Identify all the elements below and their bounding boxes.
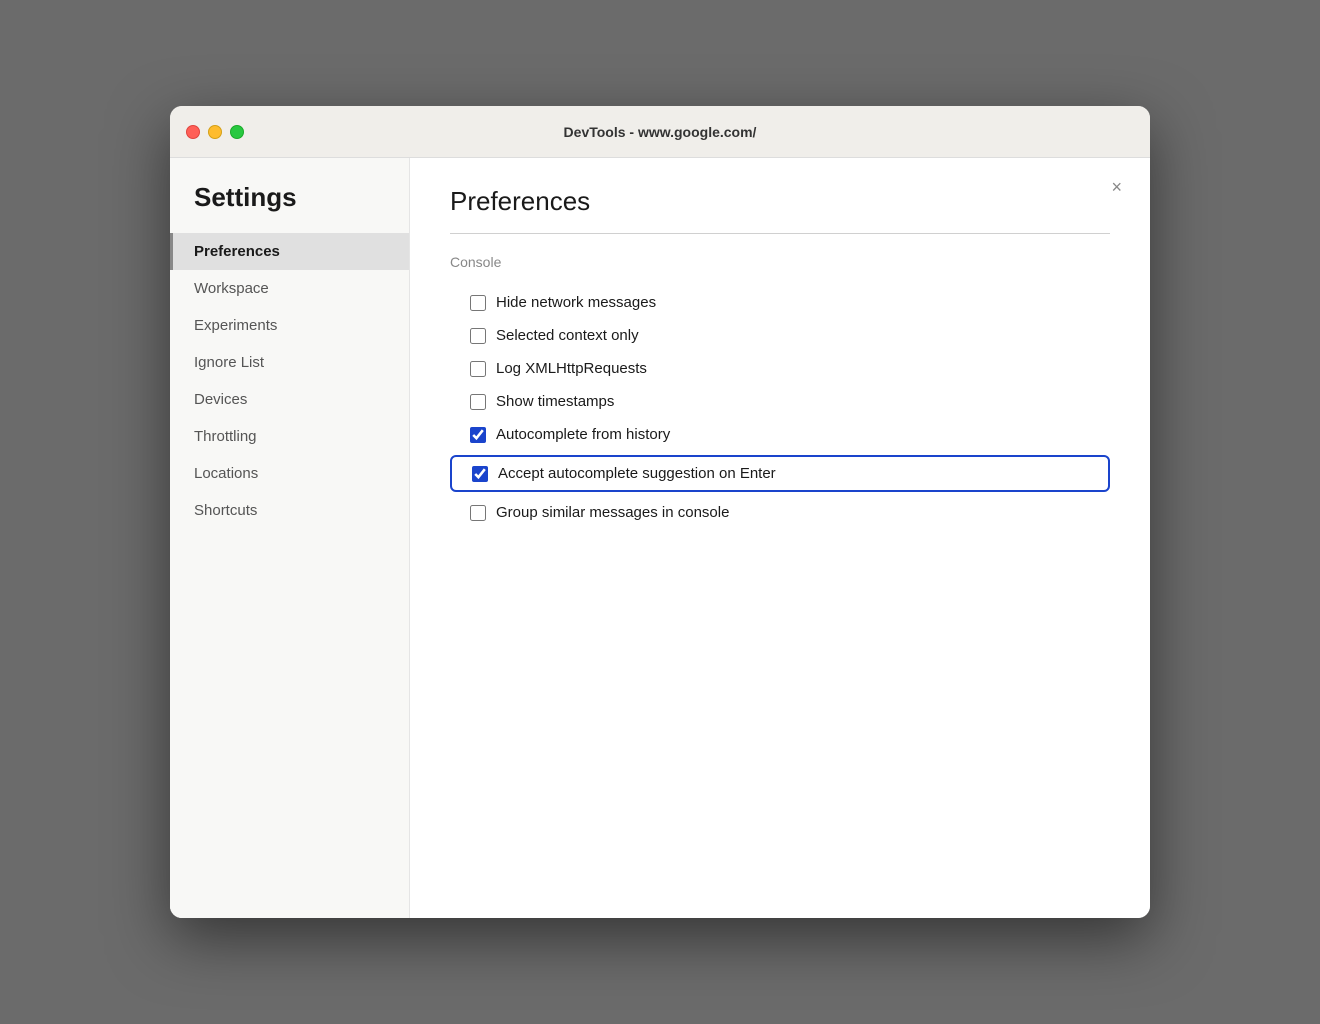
selected-context-label[interactable]: Selected context only: [496, 327, 639, 344]
sidebar-item-throttling[interactable]: Throttling: [170, 418, 409, 455]
checkbox-log-xmlhttp: Log XMLHttpRequests: [450, 352, 1110, 385]
show-timestamps-label[interactable]: Show timestamps: [496, 393, 614, 410]
log-xmlhttp-label[interactable]: Log XMLHttpRequests: [496, 360, 647, 377]
main-content: × Preferences Console Hide network messa…: [410, 158, 1150, 918]
devtools-window: DevTools - www.google.com/ Settings Pref…: [170, 106, 1150, 918]
minimize-traffic-light[interactable]: [208, 125, 222, 139]
log-xmlhttp-checkbox[interactable]: [470, 361, 486, 377]
close-traffic-light[interactable]: [186, 125, 200, 139]
sidebar-item-experiments[interactable]: Experiments: [170, 307, 409, 344]
sidebar-item-workspace[interactable]: Workspace: [170, 270, 409, 307]
sidebar-item-ignore-list[interactable]: Ignore List: [170, 344, 409, 381]
sidebar-item-shortcuts[interactable]: Shortcuts: [170, 492, 409, 529]
checkbox-show-timestamps: Show timestamps: [450, 385, 1110, 418]
autocomplete-history-label[interactable]: Autocomplete from history: [496, 426, 670, 443]
checkbox-selected-context: Selected context only: [450, 319, 1110, 352]
page-title: Preferences: [450, 186, 1110, 217]
accept-autocomplete-label[interactable]: Accept autocomplete suggestion on Enter: [498, 465, 776, 482]
content-area: Settings Preferences Workspace Experimen…: [170, 158, 1150, 918]
selected-context-checkbox[interactable]: [470, 328, 486, 344]
autocomplete-history-checkbox[interactable]: [470, 427, 486, 443]
show-timestamps-checkbox[interactable]: [470, 394, 486, 410]
checkbox-accept-autocomplete: Accept autocomplete suggestion on Enter: [450, 455, 1110, 492]
sidebar-item-devices[interactable]: Devices: [170, 381, 409, 418]
accept-autocomplete-checkbox[interactable]: [472, 466, 488, 482]
close-button[interactable]: ×: [1103, 174, 1130, 200]
checkbox-hide-network: Hide network messages: [450, 286, 1110, 319]
sidebar-item-preferences[interactable]: Preferences: [170, 233, 409, 270]
window-title: DevTools - www.google.com/: [564, 124, 757, 140]
group-similar-label[interactable]: Group similar messages in console: [496, 504, 729, 521]
hide-network-checkbox[interactable]: [470, 295, 486, 311]
divider: [450, 233, 1110, 234]
title-bar: DevTools - www.google.com/: [170, 106, 1150, 158]
sidebar-item-locations[interactable]: Locations: [170, 455, 409, 492]
hide-network-label[interactable]: Hide network messages: [496, 294, 656, 311]
sidebar-heading: Settings: [170, 182, 409, 233]
checkbox-autocomplete-history: Autocomplete from history: [450, 418, 1110, 451]
checkbox-group-similar: Group similar messages in console: [450, 496, 1110, 529]
group-similar-checkbox[interactable]: [470, 505, 486, 521]
sidebar: Settings Preferences Workspace Experimen…: [170, 158, 410, 918]
traffic-lights: [186, 125, 244, 139]
subsection-title: Console: [450, 254, 1110, 270]
maximize-traffic-light[interactable]: [230, 125, 244, 139]
